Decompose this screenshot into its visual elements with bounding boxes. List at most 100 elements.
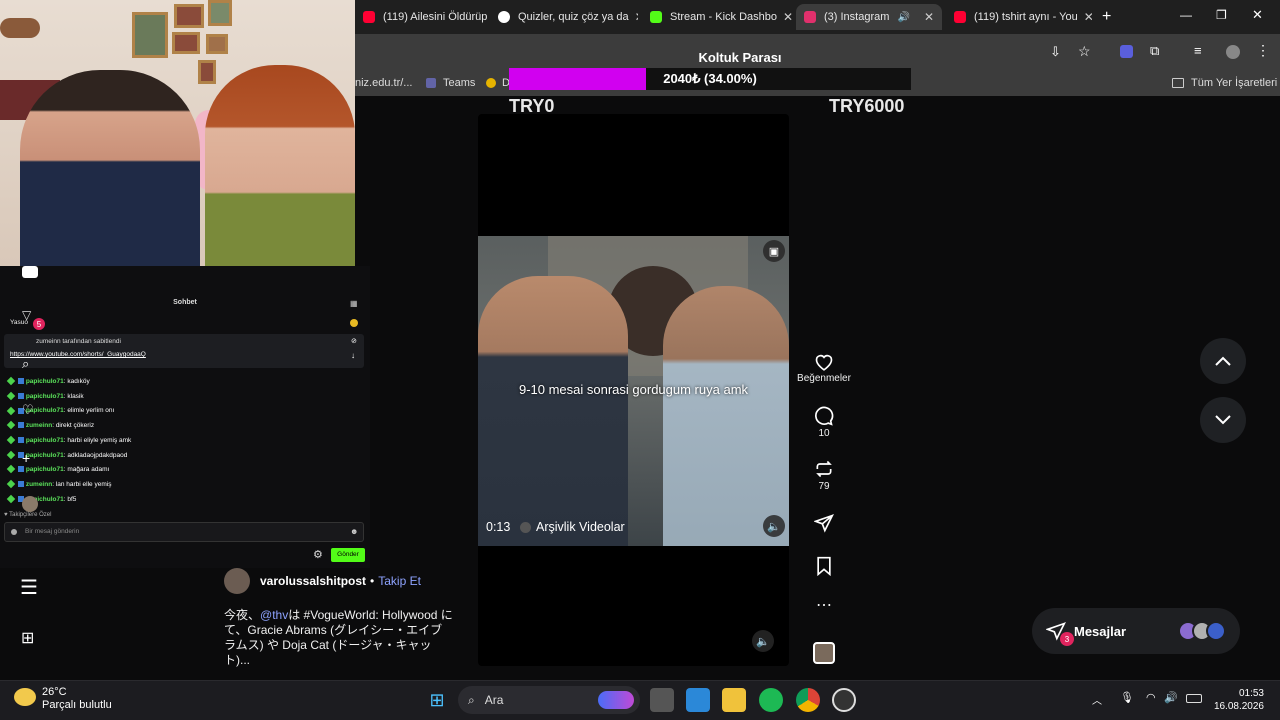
chrome-icon[interactable] [796,688,820,712]
guitar [0,18,40,38]
apps-grid-icon[interactable]: ⊞ [21,628,34,648]
chat-text: elimle yerlim onı [67,407,115,415]
emoji-icon[interactable]: ☻ [350,523,358,541]
store-icon[interactable] [686,688,710,712]
badge-icon [6,435,16,445]
system-clock[interactable]: 01:53 16.08.2026 [1212,687,1264,713]
tab-youtube-2[interactable]: (119) tshirt aynı - You ✕ [946,4,1092,30]
chat-settings-icon[interactable]: ⚙ [313,548,323,561]
file-explorer-icon[interactable] [722,688,746,712]
speaker-icon[interactable]: 🔊 [897,12,909,23]
profile-icon[interactable] [1226,45,1240,59]
messages-button[interactable]: 3 Mesajlar [1032,608,1240,654]
minimize-icon[interactable]: — [1180,8,1192,22]
chat-message-input[interactable]: Bir mesaj gönderin ☻ [4,522,364,542]
repost-button[interactable]: 79 [794,459,854,492]
taskbar-search[interactable]: ⌕ Ara [458,686,640,714]
goal-amount: 2040₺ (34.00%) [663,71,757,86]
mention-link[interactable]: @thv [260,608,288,622]
task-view-icon[interactable] [650,688,674,712]
chat-stats-icon[interactable]: ▦ [350,299,358,308]
tab-title: (3) Instagram [824,11,890,23]
obs-icon[interactable] [832,688,856,712]
search-icon[interactable]: ⌕ [22,356,29,372]
next-reel-button[interactable] [1200,397,1246,443]
mute-icon[interactable]: 🔈 [752,630,774,652]
save-button[interactable] [794,556,854,578]
tab-instagram[interactable]: (3) Instagram 🔊 ✕ [796,4,942,30]
author-avatar[interactable] [224,568,250,594]
tab-title: (119) tshirt aynı - You [974,11,1078,23]
previous-reel-button[interactable] [1200,338,1246,384]
battery-icon[interactable] [1186,694,1202,703]
audio-source[interactable]: Arşivlik Videolar [520,520,625,534]
pinned-link[interactable]: https://www.youtube.com/shorts/_Guaygoda… [10,351,146,358]
like-button[interactable]: Beğenmeler [794,352,854,384]
chat-message: zumeinn: direkt çökeriz [6,420,94,432]
send-button[interactable]: Gönder [331,548,365,562]
menu-icon[interactable]: ⋮ [1256,42,1270,59]
clock-date: 16.08.2026 [1213,701,1264,712]
unpin-icon[interactable]: ⊘ [351,337,357,345]
video-frame: 9-10 mesai sonrasi gordugum ruya amk ▣ 0… [478,236,789,546]
weather-widget[interactable]: 26°C Parçalı bulutlu [14,686,112,712]
restore-icon[interactable]: ❐ [1216,8,1227,22]
volume-icon[interactable]: 🔊 [1164,691,1178,704]
pinned-message[interactable]: zumeinn tarafından sabitlendi https://ww… [4,334,364,368]
plus-icon[interactable]: + [22,450,30,466]
wall-frame [172,32,200,54]
tray-chevron-icon[interactable]: ︿ [1092,692,1102,707]
messages-label: Mesajlar [1074,623,1127,639]
close-icon[interactable]: ✕ [918,10,934,24]
window-close-icon[interactable]: ✕ [1252,7,1263,23]
hamburger-menu-icon[interactable]: ☰ [20,578,38,598]
play-icon[interactable] [22,266,38,278]
spotify-icon[interactable] [759,688,783,712]
close-icon[interactable]: ✕ [1078,10,1092,24]
extensions-icon[interactable]: ⧉ [1150,43,1159,59]
tab-kick[interactable]: Stream - Kick Dashbo ✕ [642,4,794,30]
media-control-icon[interactable]: ≡ [1194,43,1202,58]
more-button[interactable]: ⋯ [794,598,854,614]
followers-note: ♥ Takipçilere Özel [4,512,52,518]
chat-username[interactable]: zumeinn [26,481,52,488]
bookmark-star-icon[interactable]: ☆ [1078,43,1091,60]
heart-icon[interactable]: ♡ [22,402,34,418]
extension-shield-icon[interactable] [1120,45,1133,58]
close-icon[interactable]: ✕ [777,10,793,24]
more-icon: ⋯ [816,597,832,614]
chat-username[interactable]: papichulo71 [26,437,64,444]
close-icon[interactable]: ✕ [629,10,638,24]
chat-username[interactable]: papichulo71 [26,452,64,459]
volume-icon[interactable]: 🔈 [763,515,785,537]
bookmark-item[interactable]: niz.edu.tr/... [355,77,412,89]
start-icon[interactable]: ⊞ [425,688,449,712]
caption-toggle-icon[interactable]: ▣ [763,240,785,262]
share-button[interactable] [794,513,854,535]
tab-youtube-1[interactable]: (119) Ailesini Öldürüp ✕ [355,4,490,30]
microphone-icon[interactable]: 🎙 [1120,691,1134,704]
chat-username[interactable]: papichulo71 [26,466,64,473]
tab-title: (119) Ailesini Öldürüp [383,11,488,23]
goal-progress-bar: 2040₺ (34.00%) [509,68,911,90]
yasuo-label: Yasuo [10,319,28,326]
install-icon[interactable]: ⇩ [1050,44,1061,60]
bookmark-teams[interactable]: Teams [443,77,475,89]
expand-icon[interactable]: ↓ [351,351,355,360]
author-name[interactable]: varolussalshitpost [260,574,366,588]
all-bookmarks[interactable]: Tüm Yer İşaretleri [1191,77,1277,89]
chat-text: kadıköy [67,378,90,385]
reel-video[interactable]: 9-10 mesai sonrasi gordugum ruya amk ▣ 0… [478,114,789,666]
chat-username[interactable]: papichulo71 [26,378,64,385]
audio-avatar [520,521,531,533]
new-tab-icon[interactable]: + [1102,8,1111,26]
comment-button[interactable]: 10 [794,406,854,439]
follow-button[interactable]: Takip Et [378,574,421,588]
chat-title: Sohbet [173,299,197,306]
audio-thumbnail[interactable] [813,642,835,664]
badge-icon [6,465,16,474]
wifi-icon[interactable]: ◠ [1146,691,1156,704]
chat-username[interactable]: papichulo71 [26,393,64,400]
tab-quiz[interactable]: Quizler, quiz çöz ya da ✕ [490,4,638,30]
chat-username[interactable]: zumeinn [26,422,52,429]
